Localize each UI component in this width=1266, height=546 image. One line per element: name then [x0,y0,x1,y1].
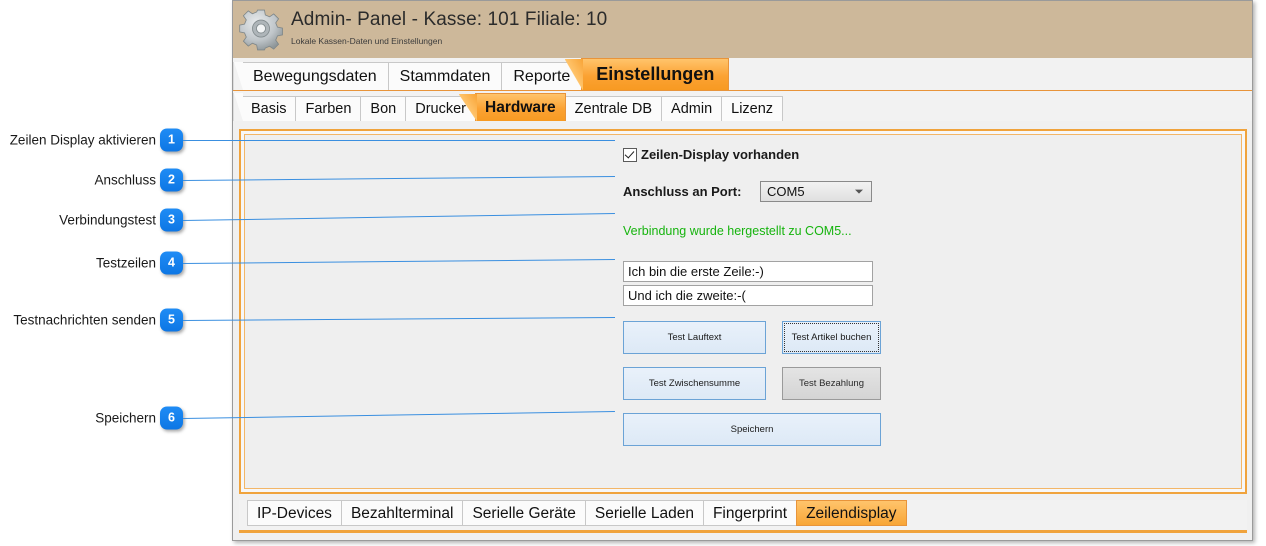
tab-label: Bon [370,101,397,117]
test-line-1-value: Ich bin die erste Zeile:-) [628,264,764,279]
tab-label: Admin [671,101,713,117]
button-label: Test Zwischensumme [648,378,741,389]
tab-label: Bezahlterminal [350,505,454,522]
tab-label: Bewegungsdaten [253,68,377,85]
tab-label: Zentrale DB [574,101,653,117]
tab-bon[interactable]: Bon [360,96,407,121]
port-row: Anschluss an Port: COM5 [623,181,872,202]
tab-label: Fingerprint [712,505,788,522]
admin-panel-window: Admin- Panel - Kasse: 101 Filiale: 10 Lo… [232,0,1253,541]
tab-basis[interactable]: Basis [233,93,297,121]
primary-tab-bar: Bewegungsdaten Stammdaten Reporte Einste… [233,58,1252,91]
checkbox-icon[interactable] [623,147,637,162]
annotation-1-label: Zeilen Display aktivieren [9,132,156,148]
test-lauftext-button[interactable]: Test Lauftext [623,321,766,354]
test-line-2-value: Und ich die zweite:-( [628,288,746,303]
test-artikel-buchen-button[interactable]: Test Artikel buchen [782,321,881,354]
tab-bewegungsdaten[interactable]: Bewegungsdaten [233,62,389,90]
bottom-tab-bar: IP-Devices Bezahlterminal Serielle Gerät… [239,500,1247,530]
tab-label: Hardware [485,99,556,116]
annotation-4-label: Testzeilen [95,255,156,271]
tab-stammdaten[interactable]: Stammdaten [387,62,503,90]
tab-einstellungen[interactable]: Einstellungen [565,58,730,90]
port-select-value: COM5 [767,184,805,199]
window-header: Admin- Panel - Kasse: 101 Filiale: 10 Lo… [233,1,1252,58]
tab-label: Serielle Geräte [472,505,576,522]
tab-label: Einstellungen [596,64,715,84]
gear-icon [239,9,283,51]
tab-label: Serielle Laden [594,505,694,522]
tab-label: IP-Devices [257,505,332,522]
button-label: Test Bezahlung [799,378,864,389]
zeilendisplay-form: Zeilen-Display vorhanden Anschluss an Po… [245,135,1241,488]
header-text-block: Admin- Panel - Kasse: 101 Filiale: 10 Lo… [291,9,607,46]
annotation-5-label: Testnachrichten senden [13,312,156,328]
tab-label: Stammdaten [399,68,491,85]
test-line-2-input[interactable]: Und ich die zweite:-( [623,285,873,306]
tab-lizenz[interactable]: Lizenz [721,96,784,121]
bottom-tab-ip-devices[interactable]: IP-Devices [247,500,342,526]
settings-panel-inner: Zeilen-Display vorhanden Anschluss an Po… [244,134,1242,489]
tab-farben[interactable]: Farben [295,96,362,121]
settings-panel: Zeilen-Display vorhanden Anschluss an Po… [239,129,1247,494]
annotation-2-label: Anschluss [94,172,156,188]
panel-bottom-accent [239,530,1247,533]
annotation-5-badge: 5 [160,308,183,332]
page-subtitle: Lokale Kassen-Daten und Einstellungen [291,36,443,46]
annotation-2-badge: 2 [160,168,183,192]
tab-admin[interactable]: Admin [661,96,723,121]
port-label: Anschluss an Port: [623,184,742,199]
tab-label: Zeilendisplay [806,505,897,522]
zeilen-display-checkbox-label: Zeilen-Display vorhanden [641,147,800,162]
page-title: Admin- Panel - Kasse: 101 Filiale: 10 [291,9,608,30]
bottom-tab-fingerprint[interactable]: Fingerprint [702,500,798,526]
annotation-3-label: Verbindungstest [59,212,156,228]
annotation-6-label: Speichern [95,410,156,426]
tab-label: Farben [305,101,352,117]
test-line-1-input[interactable]: Ich bin die erste Zeile:-) [623,261,873,282]
tab-label: Basis [251,101,287,117]
button-label: Speichern [730,424,774,435]
bottom-tab-serielle-geraete[interactable]: Serielle Geräte [462,500,586,526]
test-zwischensumme-button[interactable]: Test Zwischensumme [623,367,766,400]
tab-zentrale-db[interactable]: Zentrale DB [564,96,663,121]
annotation-3-badge: 3 [160,208,183,232]
zeilen-display-checkbox-row[interactable]: Zeilen-Display vorhanden [623,147,799,162]
button-label: Test Artikel buchen [791,332,872,343]
annotation-1-badge: 1 [160,128,183,152]
connection-status-text: Verbindung wurde hergestellt zu COM5... [623,224,852,238]
save-button[interactable]: Speichern [623,413,881,446]
chevron-down-icon [855,189,863,194]
bottom-tab-zeilendisplay[interactable]: Zeilendisplay [796,500,907,526]
port-select[interactable]: COM5 [760,181,872,202]
secondary-tab-bar: Basis Farben Bon Drucker Hardware Zentra… [233,91,1252,121]
button-label: Test Lauftext [667,332,722,343]
tab-hardware[interactable]: Hardware [459,93,566,121]
test-bezahlung-button[interactable]: Test Bezahlung [782,367,881,400]
tab-label: Lizenz [731,101,774,117]
annotation-6-badge: 6 [160,406,183,430]
tab-label: Reporte [513,68,571,85]
bottom-tab-bezahlterminal[interactable]: Bezahlterminal [340,500,464,526]
annotation-4-badge: 4 [160,251,183,275]
bottom-tab-serielle-laden[interactable]: Serielle Laden [584,500,704,526]
